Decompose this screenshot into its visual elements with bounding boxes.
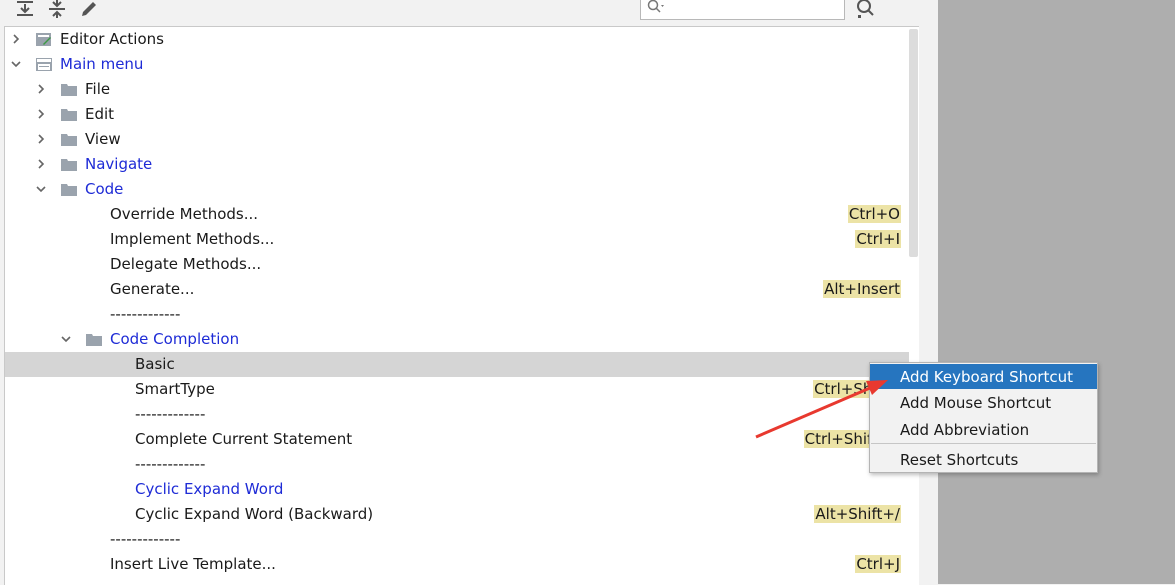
tree-row-label: Override Methods... (110, 205, 259, 223)
shortcut-badge: Ctrl+I (855, 230, 901, 248)
tree-row[interactable]: Code Completion (5, 327, 919, 352)
tree-row[interactable]: Edit (5, 102, 919, 127)
tree-row[interactable]: Implement Methods... Ctrl+I (5, 227, 919, 252)
tree-row[interactable]: ------------- (5, 527, 919, 552)
tree-row-label: Generate... (110, 280, 195, 298)
tree-row[interactable]: File (5, 77, 919, 102)
tree-row[interactable]: Main menu (5, 52, 919, 77)
tree-row-label: Cyclic Expand Word (Backward) (135, 505, 374, 523)
tree-row[interactable]: Basic (5, 352, 919, 377)
tree-row-label: File (85, 80, 111, 98)
tree-row[interactable]: Cyclic Expand Word (5, 477, 919, 502)
tree-row-label: SmartType (135, 380, 215, 398)
chevron-right-icon[interactable] (35, 133, 47, 145)
tree-row[interactable]: Cyclic Expand Word (Backward) Alt+Shift+/ (5, 502, 919, 527)
chevron-right-icon[interactable] (35, 83, 47, 95)
menu-item-label: Add Keyboard Shortcut (900, 368, 1073, 386)
tree-row-label: Insert Live Template... (110, 555, 276, 573)
menu-separator (871, 443, 1096, 444)
tree-row-label: Main menu (60, 55, 144, 73)
main-menu-icon (36, 58, 52, 71)
find-by-shortcut-icon[interactable] (854, 0, 878, 20)
menu-item-add-mouse-shortcut[interactable]: Add Mouse Shortcut (870, 390, 1097, 415)
expand-all-icon[interactable] (14, 0, 36, 20)
tree-row-label: Basic (135, 355, 175, 373)
tree-row[interactable]: Complete Current Statement Ctrl+Shift+E (5, 427, 919, 452)
search-field[interactable] (640, 0, 845, 20)
menu-item-label: Reset Shortcuts (900, 451, 1019, 469)
shortcut-badge: Alt+Shift+/ (814, 505, 901, 523)
editor-actions-icon (36, 33, 51, 46)
chevron-down-icon[interactable] (60, 333, 72, 345)
tree-row[interactable]: Delegate Methods... (5, 252, 919, 277)
tree-row-label: Complete Current Statement (135, 430, 353, 448)
tree-row-label: Code (85, 180, 124, 198)
folder-icon (61, 84, 77, 96)
tree-row-label: Implement Methods... (110, 230, 275, 248)
shortcut-badge: Ctrl+J (855, 555, 901, 573)
menu-item-add-keyboard-shortcut[interactable]: Add Keyboard Shortcut (870, 364, 1097, 389)
tree-row-label: ------------- (110, 530, 181, 548)
chevron-right-icon[interactable] (10, 33, 22, 45)
shortcut-badge: Alt+Insert (823, 280, 901, 298)
tree-row-label: View (85, 130, 121, 148)
tree-row-label: Code Completion (110, 330, 240, 348)
tree-row-label: ------------- (135, 455, 206, 473)
folder-icon (61, 159, 77, 171)
tree-row[interactable]: Navigate (5, 152, 919, 177)
chevron-down-icon[interactable] (10, 58, 22, 70)
tree-row[interactable]: Insert Live Template... Ctrl+J (5, 552, 919, 577)
tree-row[interactable]: Editor Actions (5, 27, 919, 52)
tree-row-label: ------------- (135, 405, 206, 423)
tree-row-label: Navigate (85, 155, 153, 173)
tree-row[interactable]: Code (5, 177, 919, 202)
menu-item-reset-shortcuts[interactable]: Reset Shortcuts (870, 447, 1097, 472)
chevron-right-icon[interactable] (35, 108, 47, 120)
tree-row[interactable]: View (5, 127, 919, 152)
menu-item-label: Add Mouse Shortcut (900, 394, 1052, 412)
folder-icon (61, 134, 77, 146)
chevron-right-icon[interactable] (35, 158, 47, 170)
chevron-down-icon[interactable] (35, 183, 47, 195)
tree-row-label: Cyclic Expand Word (135, 480, 284, 498)
tree-row-label: Editor Actions (60, 30, 164, 48)
tree-row-label: Delegate Methods... (110, 255, 262, 273)
folder-icon (86, 334, 102, 346)
menu-item-add-abbreviation[interactable]: Add Abbreviation (870, 417, 1097, 442)
search-icon[interactable] (647, 0, 667, 15)
edit-icon[interactable] (78, 0, 100, 20)
context-menu: Add Keyboard Shortcut Add Mouse Shortcut… (869, 362, 1098, 473)
tree-row[interactable]: Override Methods... Ctrl+O (5, 202, 919, 227)
background-panel (938, 0, 1175, 584)
tree-row-label: ------------- (110, 305, 181, 323)
tree-row[interactable]: SmartType Ctrl+Shift+ (5, 377, 919, 402)
menu-item-label: Add Abbreviation (900, 421, 1030, 439)
folder-icon (61, 184, 77, 196)
tree-row[interactable]: ------------- (5, 452, 919, 477)
folder-icon (61, 109, 77, 121)
keymap-tree[interactable]: Editor Actions Main menu File Edit View Navig… (4, 26, 919, 585)
tree-row[interactable]: ------------- (5, 302, 919, 327)
tree-row[interactable]: ------------- (5, 402, 919, 427)
toolbar (0, 0, 938, 26)
collapse-all-icon[interactable] (46, 0, 68, 20)
search-input[interactable] (671, 0, 843, 19)
tree-row-label: Edit (85, 105, 115, 123)
scrollbar-thumb[interactable] (909, 29, 918, 257)
shortcut-badge: Ctrl+O (847, 205, 901, 223)
tree-row[interactable]: Generate... Alt+Insert (5, 277, 919, 302)
